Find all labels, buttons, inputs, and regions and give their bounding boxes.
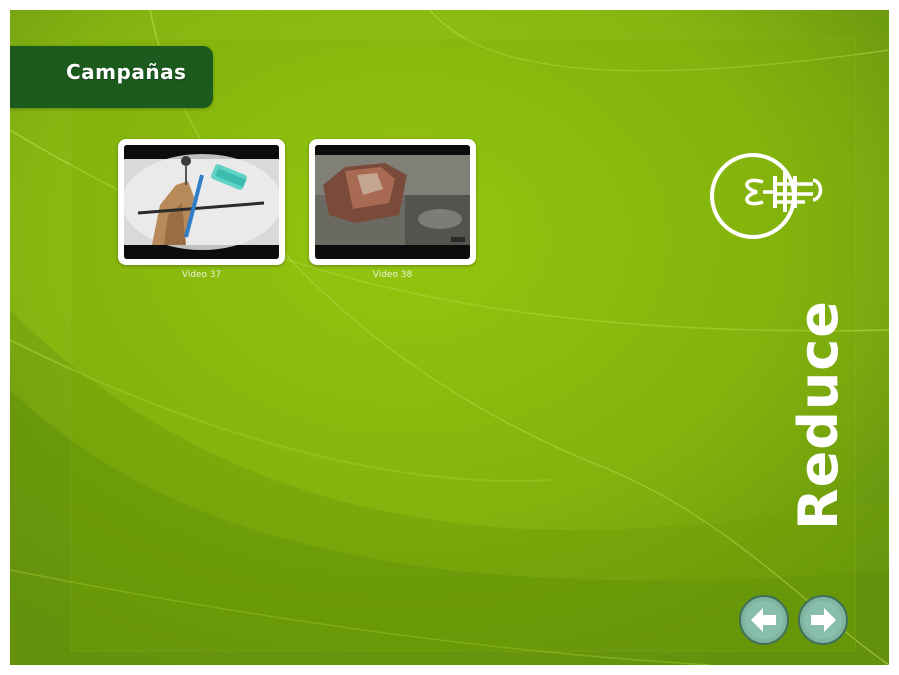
arrow-left-icon (739, 595, 789, 645)
video-caption: Video 37 (181, 270, 222, 280)
video-thumbnail-38[interactable]: Video 38 (309, 139, 476, 280)
reduce-label: Reduce (787, 300, 850, 530)
presentation-slide: Campañas Video 37 Video 38 Reduce (10, 10, 889, 665)
page-title: Campañas (66, 60, 187, 84)
video-thumbnail-37[interactable]: Video 37 (118, 139, 285, 280)
content-panel (70, 38, 856, 652)
video-caption: Video 38 (372, 270, 413, 280)
next-button[interactable] (797, 594, 849, 646)
video-thumbnail-image (315, 145, 470, 259)
video-thumbnail-image (124, 145, 279, 259)
arrow-right-icon (798, 595, 848, 645)
lightbulb-icon (710, 153, 823, 239)
previous-button[interactable] (738, 594, 790, 646)
title-tab: Campañas (10, 46, 213, 108)
